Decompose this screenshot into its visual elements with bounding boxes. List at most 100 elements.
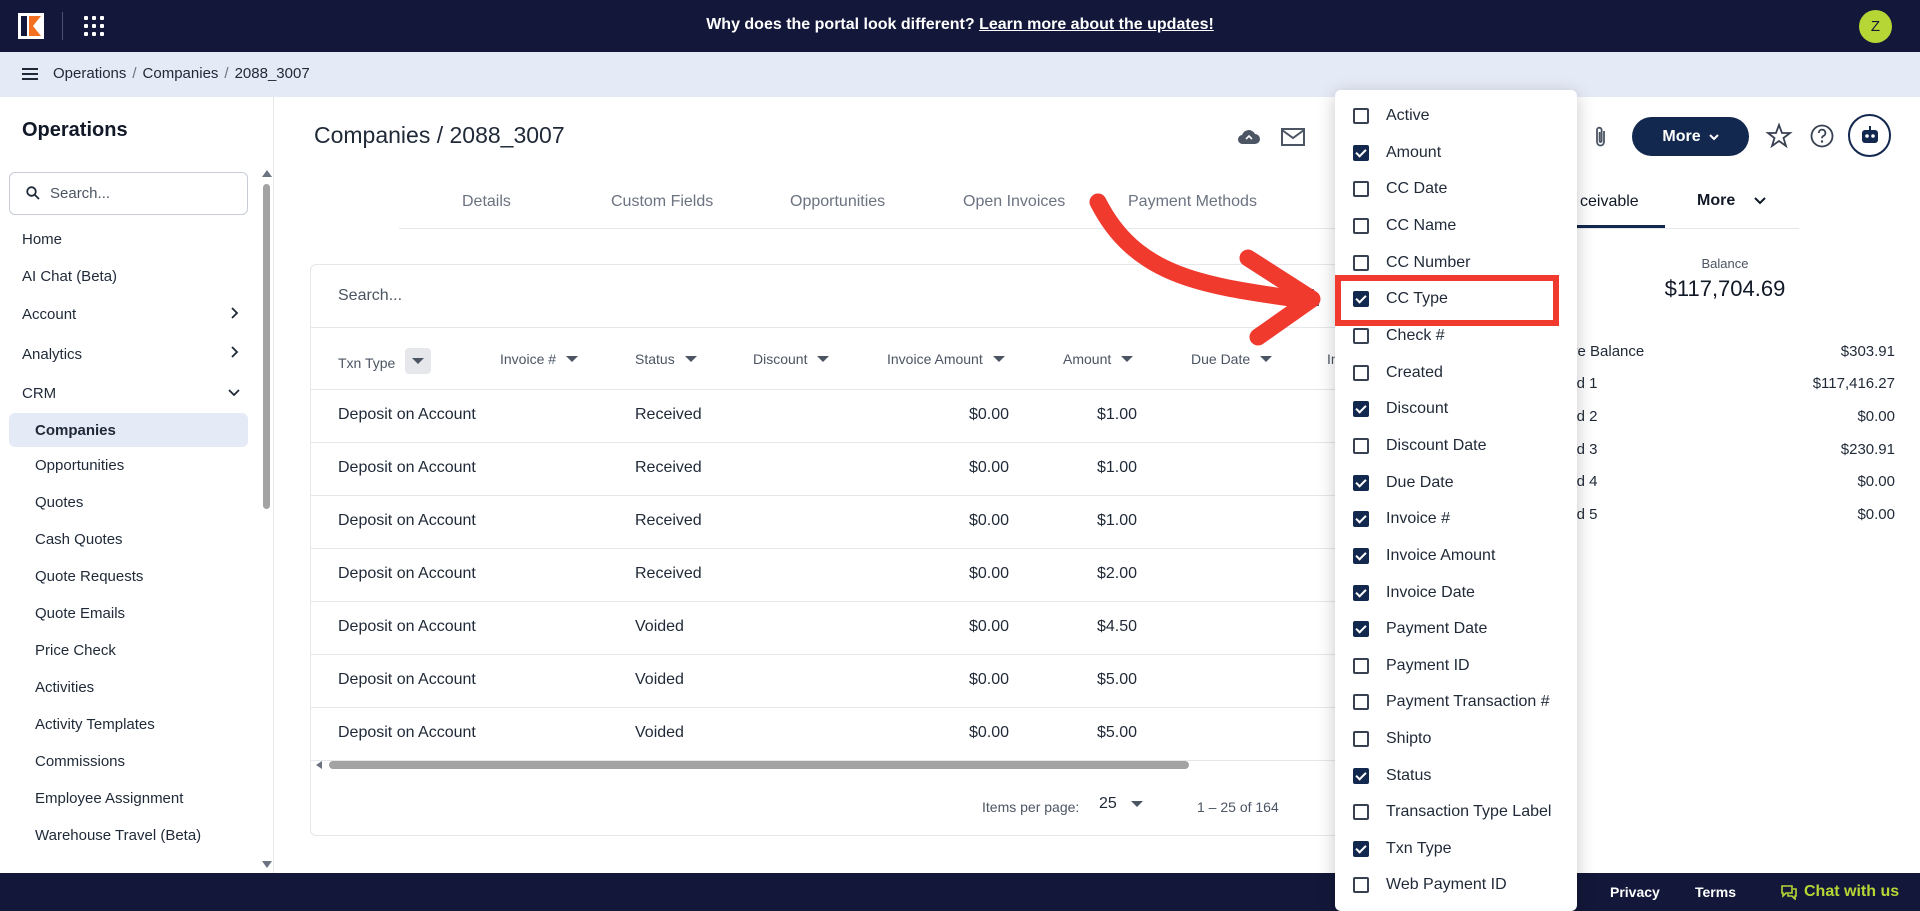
table-row[interactable]: Deposit on Account Received $0.00 $1.00 <box>311 443 1339 496</box>
column-option-shipto[interactable]: Shipto <box>1353 724 1431 754</box>
column-option-amount[interactable]: Amount <box>1353 138 1441 168</box>
breadcrumb-companies[interactable]: Companies <box>143 65 219 82</box>
checkbox[interactable] <box>1353 328 1369 344</box>
column-option-invoice-date[interactable]: Invoice Date <box>1353 578 1475 608</box>
sidebar-item-crm[interactable]: CRM <box>0 374 262 413</box>
column-option-txn-type[interactable]: Txn Type <box>1353 834 1452 864</box>
sidebar-scroll-up-icon[interactable] <box>262 170 272 177</box>
scroll-left-icon[interactable] <box>316 761 322 769</box>
checkbox[interactable] <box>1353 658 1369 674</box>
tab-opportunities[interactable]: Opportunities <box>790 193 885 211</box>
tab-receivable[interactable]: ceivable <box>1580 193 1639 211</box>
checkbox[interactable] <box>1353 731 1369 747</box>
checkbox[interactable] <box>1353 181 1369 197</box>
column-option-invoice-number[interactable]: Invoice # <box>1353 504 1450 534</box>
checkbox[interactable] <box>1353 218 1369 234</box>
column-option-cc-date[interactable]: CC Date <box>1353 174 1447 204</box>
checkbox[interactable] <box>1353 621 1369 637</box>
column-header-status[interactable]: Status <box>635 351 697 367</box>
checkbox[interactable] <box>1353 804 1369 820</box>
sidebar-item-price-check[interactable]: Price Check <box>0 632 262 669</box>
more-button[interactable]: More <box>1632 117 1749 156</box>
column-option-web-payment-id[interactable]: Web Payment ID <box>1353 870 1507 900</box>
column-option-status[interactable]: Status <box>1353 761 1431 791</box>
column-option-cc-name[interactable]: CC Name <box>1353 211 1456 241</box>
checkbox[interactable] <box>1353 511 1369 527</box>
chat-button[interactable]: Chat with us <box>1780 883 1899 901</box>
sidebar-item-quotes[interactable]: Quotes <box>0 484 262 521</box>
checkbox[interactable] <box>1353 877 1369 893</box>
sidebar-item-opportunities[interactable]: Opportunities <box>0 447 262 484</box>
cloud-upload-icon[interactable] <box>1236 124 1262 150</box>
column-option-created[interactable]: Created <box>1353 358 1443 388</box>
checkbox[interactable] <box>1353 548 1369 564</box>
table-row[interactable]: Deposit on Account Received $0.00 $1.00 <box>311 496 1339 549</box>
checkbox[interactable] <box>1353 108 1369 124</box>
sidebar-item-quote-requests[interactable]: Quote Requests <box>0 558 262 595</box>
sidebar-item-warehouse-travel[interactable]: Warehouse Travel (Beta) <box>0 817 262 854</box>
column-option-payment-transaction[interactable]: Payment Transaction # <box>1353 687 1550 717</box>
tab-custom-fields[interactable]: Custom Fields <box>611 193 713 211</box>
tab-more[interactable]: More <box>1697 192 1766 210</box>
checkbox[interactable] <box>1353 768 1369 784</box>
menu-icon[interactable] <box>22 68 38 80</box>
horizontal-scrollbar[interactable] <box>329 761 1189 769</box>
checkbox[interactable] <box>1353 255 1369 271</box>
checkbox[interactable] <box>1353 585 1369 601</box>
table-row[interactable]: Deposit on Account Received $0.00 $1.00 <box>311 390 1339 443</box>
sidebar-item-commissions[interactable]: Commissions <box>0 743 262 780</box>
column-option-payment-date[interactable]: Payment Date <box>1353 614 1487 644</box>
table-row[interactable]: Deposit on Account Voided $0.00 $5.00 <box>311 655 1339 708</box>
column-option-invoice-amount[interactable]: Invoice Amount <box>1353 541 1495 571</box>
sidebar-item-activity-templates[interactable]: Activity Templates <box>0 706 262 743</box>
sidebar-item-analytics[interactable]: Analytics <box>0 334 262 374</box>
sidebar-item-employee-assignment[interactable]: Employee Assignment <box>0 780 262 817</box>
column-option-payment-id[interactable]: Payment ID <box>1353 651 1470 681</box>
checkbox[interactable] <box>1353 841 1369 857</box>
breadcrumb-operations[interactable]: Operations <box>53 65 126 82</box>
checkbox[interactable] <box>1353 401 1369 417</box>
sidebar-item-companies[interactable]: Companies <box>9 413 248 447</box>
checkbox[interactable] <box>1353 694 1369 710</box>
help-icon[interactable] <box>1808 122 1836 150</box>
checkbox[interactable] <box>1353 365 1369 381</box>
sidebar-item-cash-quotes[interactable]: Cash Quotes <box>0 521 262 558</box>
column-option-discount[interactable]: Discount <box>1353 394 1448 424</box>
sidebar-scrollbar[interactable] <box>263 184 270 509</box>
terms-link[interactable]: Terms <box>1695 884 1736 900</box>
checkbox[interactable] <box>1353 438 1369 454</box>
items-per-page-select[interactable]: 25 <box>1099 795 1143 813</box>
table-row[interactable]: Deposit on Account Received $0.00 $2.00 <box>311 549 1339 602</box>
table-row[interactable]: Deposit on Account Voided $0.00 $5.00 <box>311 708 1339 761</box>
checkbox[interactable] <box>1353 475 1369 491</box>
sidebar-item-quote-emails[interactable]: Quote Emails <box>0 595 262 632</box>
column-option-active[interactable]: Active <box>1353 101 1430 131</box>
column-option-discount-date[interactable]: Discount Date <box>1353 431 1487 461</box>
sidebar-search-input[interactable]: Search... <box>9 172 248 215</box>
column-header-invoice-amount[interactable]: Invoice Amount <box>887 351 1005 367</box>
table-row[interactable]: Deposit on Account Voided $0.00 $4.50 <box>311 602 1339 655</box>
sort-dropdown-icon[interactable] <box>405 348 432 374</box>
mail-icon[interactable] <box>1280 124 1306 150</box>
sidebar-item-activities[interactable]: Activities <box>0 669 262 706</box>
column-header-invoice-number[interactable]: Invoice # <box>500 351 579 367</box>
checkbox[interactable] <box>1353 145 1369 161</box>
sidebar-item-account[interactable]: Account <box>0 295 262 334</box>
column-header-discount[interactable]: Discount <box>753 351 830 367</box>
attachment-icon[interactable] <box>1588 124 1614 150</box>
tab-details[interactable]: Details <box>462 193 511 211</box>
privacy-link[interactable]: Privacy <box>1610 884 1660 900</box>
sidebar-scroll-down-icon[interactable] <box>262 861 272 868</box>
column-option-cc-number[interactable]: CC Number <box>1353 248 1470 278</box>
star-icon[interactable] <box>1765 122 1793 150</box>
sidebar-item-ai-chat[interactable]: AI Chat (Beta) <box>0 258 262 295</box>
announcement-link[interactable]: Learn more about the updates! <box>979 16 1214 33</box>
user-avatar[interactable]: Z <box>1859 10 1892 43</box>
column-option-transaction-type-label[interactable]: Transaction Type Label <box>1353 797 1551 827</box>
column-option-due-date[interactable]: Due Date <box>1353 468 1454 498</box>
sidebar-item-home[interactable]: Home <box>0 221 262 258</box>
table-search-input[interactable]: Search... <box>338 287 402 305</box>
tab-open-invoices[interactable]: Open Invoices <box>963 193 1065 211</box>
assistant-bot-button[interactable] <box>1848 114 1891 157</box>
column-header-txn-type[interactable]: Txn Type <box>338 348 432 374</box>
